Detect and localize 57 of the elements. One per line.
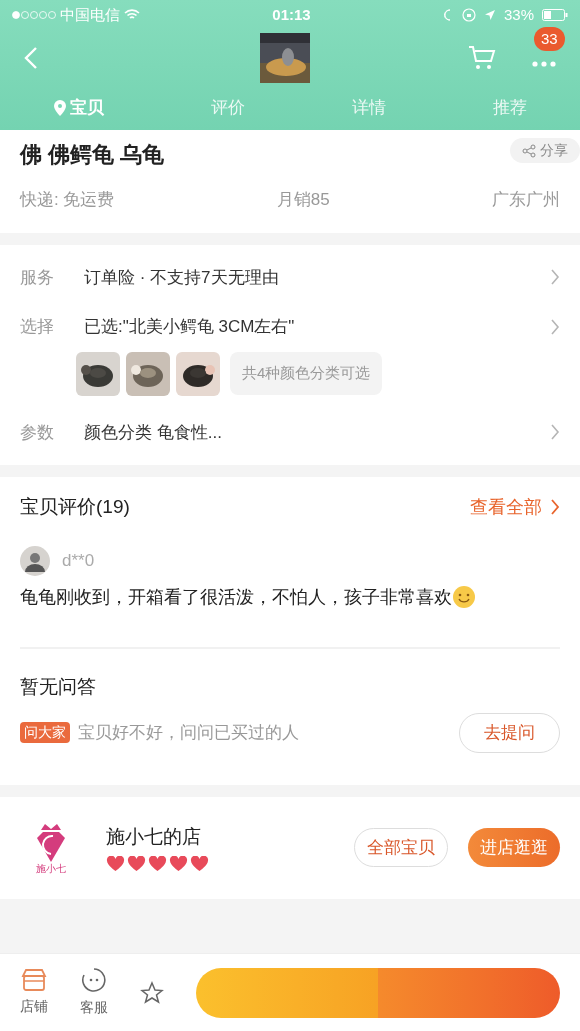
star-icon[interactable]: [140, 980, 164, 1005]
notification-badge: 33: [534, 26, 565, 51]
clock-time: 01:13: [272, 4, 311, 25]
heart-icon: [169, 855, 188, 872]
wifi-icon: [124, 9, 140, 21]
add-to-cart-button[interactable]: [196, 967, 378, 1018]
cart-icon[interactable]: [468, 44, 496, 71]
reviews-title: 宝贝评价(19): [20, 495, 130, 519]
option-value: 颜色分类 龟食性...: [84, 421, 223, 444]
storefront-icon: [21, 968, 47, 992]
location-text: 广东广州: [492, 189, 560, 211]
heart-icon: [148, 855, 167, 872]
bottom-nav-item[interactable]: 店铺: [20, 968, 48, 1017]
reviewer-name: d**0: [62, 549, 95, 572]
variant-count-tag: 共4种颜色分类可选: [230, 352, 383, 395]
option-row[interactable]: 服务 订单险 · 不支持7天无理由: [20, 264, 560, 290]
option-label: 参数: [20, 421, 55, 444]
shipping-info: 快递: 免运费: [20, 189, 115, 211]
chevron-right-icon: [550, 424, 560, 441]
option-value: 订单险 · 不支持7天无理由: [84, 266, 280, 289]
shop-name: 施小七的店: [106, 825, 202, 850]
location-pin-icon: [53, 99, 66, 116]
option-label: 服务: [20, 266, 55, 289]
share-button[interactable]: 分享: [510, 138, 580, 163]
buy-now-button[interactable]: [378, 967, 560, 1018]
chat-face-icon: [81, 967, 107, 993]
avatar: [20, 545, 50, 576]
option-row[interactable]: 参数 颜色分类 龟食性...: [20, 419, 560, 445]
signal-icon: [12, 11, 56, 19]
battery-percentage: 33%: [503, 4, 534, 25]
ask-everyone-tag: 问大家: [20, 722, 70, 744]
qa-prompt: 宝贝好不好，问问已买过的人: [78, 722, 300, 744]
option-label: 选择: [20, 316, 55, 338]
monthly-sales: 月销85: [276, 189, 330, 211]
heart-icon: [127, 855, 146, 872]
bottom-nav-item[interactable]: 客服: [80, 967, 108, 1018]
option-value: 已选:"北美小鳄龟 3CM左右": [84, 316, 296, 338]
qa-title: 暂无问答: [20, 675, 96, 697]
heart-icon: [106, 855, 125, 872]
lock-rotation-icon: [461, 8, 476, 22]
smiley-icon: [452, 585, 476, 609]
chevron-right-icon: [550, 499, 560, 516]
back-icon[interactable]: [24, 45, 38, 70]
review-text: 龟龟刚收到，开箱看了很活泼，不怕人，孩子非常喜欢: [20, 585, 452, 609]
battery-icon: [542, 9, 568, 21]
heart-icon: [190, 855, 209, 872]
option-row[interactable]: 选择 已选:"北美小鳄龟 3CM左右": [20, 314, 560, 340]
more-icon[interactable]: [532, 60, 556, 67]
chevron-right-icon: [550, 269, 560, 286]
location-arrow-icon: [483, 9, 496, 21]
product-title: 佛 佛鳄龟 乌龟: [20, 141, 165, 169]
carrier-name: 中国电信: [60, 4, 120, 25]
share-icon: [522, 143, 536, 158]
view-all-link[interactable]: 查看全部: [470, 493, 560, 521]
logo-text: 施小七: [36, 863, 66, 874]
chevron-right-icon: [550, 318, 560, 335]
enter-shop-button[interactable]: 进店逛逛: [468, 827, 560, 868]
